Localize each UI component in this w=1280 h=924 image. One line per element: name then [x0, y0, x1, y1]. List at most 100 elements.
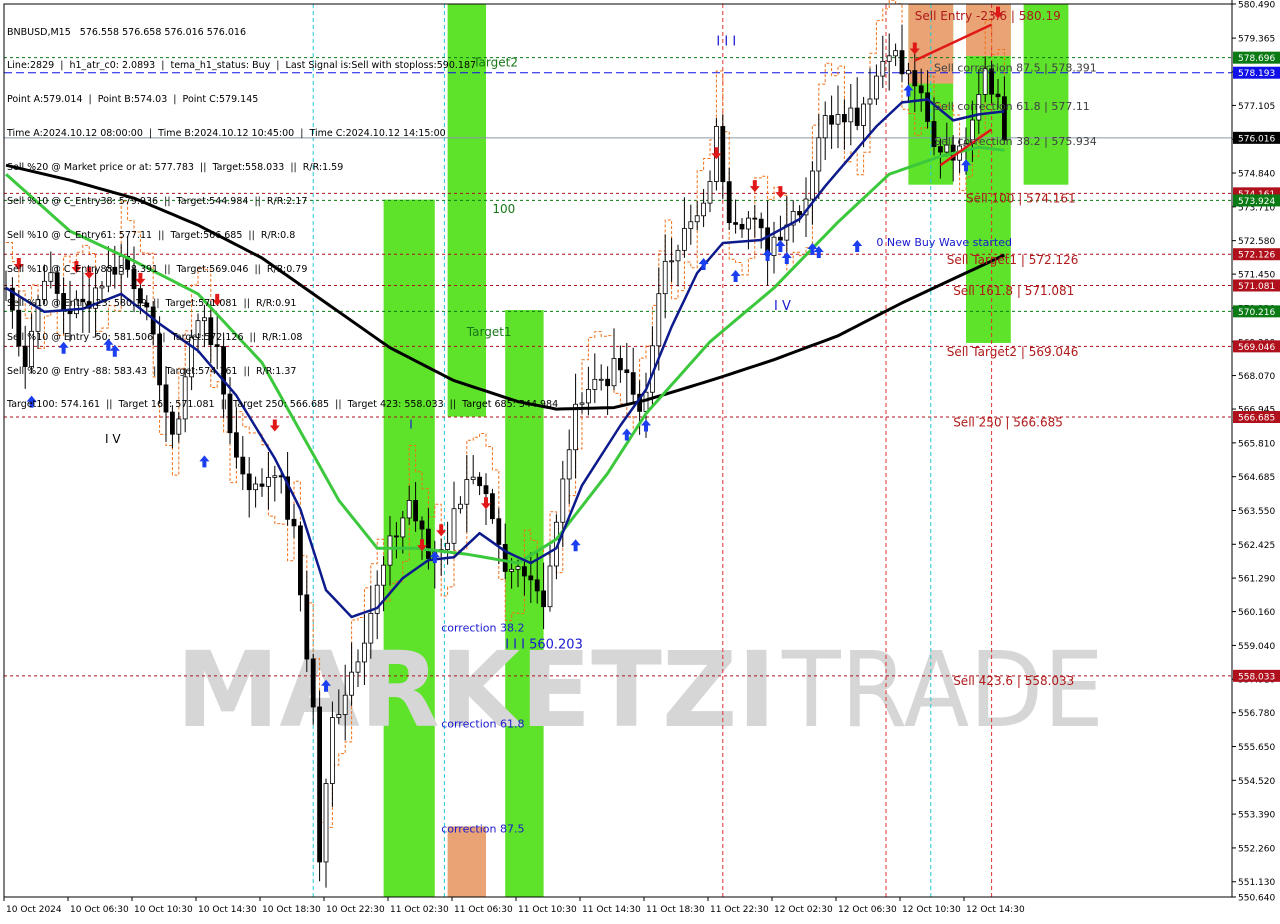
candle-bear[interactable] [618, 358, 623, 371]
candle-bear[interactable] [310, 658, 316, 708]
candle-bull[interactable] [515, 566, 521, 570]
candle-bull[interactable] [874, 75, 879, 100]
candle-bull[interactable] [387, 535, 393, 566]
buy-arrow-icon[interactable] [775, 240, 786, 253]
candle-bear[interactable] [541, 590, 546, 608]
candle-bull[interactable] [349, 671, 355, 696]
candle-bear[interactable] [67, 310, 73, 315]
buy-arrow-icon[interactable] [762, 249, 773, 262]
candle-bear[interactable] [758, 218, 764, 229]
candle-bear[interactable] [797, 211, 802, 216]
candle-bull[interactable] [906, 70, 911, 75]
candle-bear[interactable] [630, 372, 636, 395]
sell-arrow-icon[interactable] [13, 257, 24, 270]
candle-bear[interactable] [483, 485, 489, 495]
candle-bear[interactable] [912, 70, 918, 87]
candle-bear[interactable] [624, 369, 630, 374]
sell-arrow-icon[interactable] [481, 497, 491, 510]
candle-bull[interactable] [445, 542, 451, 550]
candle-bull[interactable] [656, 293, 662, 347]
buy-arrow-icon[interactable] [199, 455, 210, 468]
candle-bull[interactable] [675, 249, 681, 262]
candle-bull[interactable] [182, 376, 188, 420]
candle-bull[interactable] [189, 337, 195, 378]
candle-bear[interactable] [752, 217, 758, 220]
candle-bull[interactable] [701, 202, 706, 217]
candle-bear[interactable] [393, 535, 399, 538]
candle-bull[interactable] [355, 661, 361, 673]
candle-bull[interactable] [707, 181, 713, 204]
sell-arrow-icon[interactable] [84, 266, 95, 279]
candle-bull[interactable] [560, 478, 566, 523]
buy-arrow-icon[interactable] [58, 341, 69, 354]
candle-bear[interactable] [605, 378, 610, 387]
candle-bear[interactable] [240, 456, 246, 475]
candle-bull[interactable] [253, 483, 259, 491]
candle-bull[interactable] [579, 402, 585, 405]
candle-bear[interactable] [854, 107, 860, 126]
candle-bull[interactable] [176, 418, 182, 435]
candle-bear[interactable] [317, 706, 323, 863]
sell-arrow-icon[interactable] [436, 524, 447, 537]
candle-bear[interactable] [425, 528, 431, 559]
sell-arrow-icon[interactable] [711, 147, 722, 160]
candle-bear[interactable] [778, 236, 783, 241]
candle-bear[interactable] [477, 476, 483, 487]
candle-bear[interactable] [739, 223, 745, 230]
candle-bull[interactable] [106, 266, 111, 287]
candle-bear[interactable] [80, 298, 86, 303]
buy-arrow-icon[interactable] [730, 269, 741, 282]
sell-arrow-icon[interactable] [749, 180, 760, 193]
candle-bear[interactable] [413, 500, 419, 522]
candle-bear[interactable] [169, 411, 175, 435]
candle-bear[interactable] [112, 266, 118, 275]
candle-bull[interactable] [464, 479, 470, 505]
candle-bear[interactable] [297, 525, 303, 596]
candle-bull[interactable] [573, 403, 578, 451]
candle-bull[interactable] [201, 317, 207, 322]
candlestick-chart[interactable]: MARKETZI TRADE Sell Entry -23.6 | 580.19… [0, 0, 1280, 920]
candle-bear[interactable] [221, 346, 227, 395]
candle-bull[interactable] [195, 320, 201, 338]
candle-bull[interactable] [323, 783, 329, 863]
candle-bear[interactable] [496, 518, 502, 545]
candle-bull[interactable] [329, 717, 335, 784]
candle-bull[interactable] [509, 568, 515, 572]
candle-bear[interactable] [733, 222, 738, 225]
candle-bull[interactable] [816, 137, 822, 172]
candle-bear[interactable] [918, 85, 924, 94]
candle-bull[interactable] [746, 217, 751, 230]
candle-bear[interactable] [726, 181, 732, 223]
candle-bull[interactable] [886, 55, 892, 62]
sell-arrow-icon[interactable] [775, 186, 786, 199]
candle-bear[interactable] [502, 544, 508, 572]
candle-bear[interactable] [54, 272, 60, 294]
chart-canvas[interactable]: MARKETZI TRADE Sell Entry -23.6 | 580.19… [0, 0, 1280, 920]
candle-bear[interactable] [291, 518, 297, 527]
candle-bear[interactable] [144, 302, 150, 308]
candle-bull[interactable] [669, 260, 674, 263]
candle-bull[interactable] [48, 272, 54, 282]
candle-bull[interactable] [810, 170, 815, 200]
candle-bull[interactable] [547, 565, 553, 608]
buy-arrow-icon[interactable] [570, 539, 581, 552]
candle-bull[interactable] [688, 221, 694, 229]
candle-bull[interactable] [118, 255, 124, 275]
candle-bear[interactable] [233, 432, 239, 458]
candle-bull[interactable] [35, 299, 41, 332]
candle-bull[interactable] [867, 98, 873, 105]
candle-bull[interactable] [336, 714, 342, 718]
candle-bear[interactable] [899, 50, 905, 75]
candle-bull[interactable] [368, 612, 374, 644]
candle-bull[interactable] [662, 260, 668, 295]
candle-bear[interactable] [157, 333, 163, 386]
candle-bull[interactable] [470, 476, 476, 480]
candle-bull[interactable] [361, 642, 367, 663]
candle-bull[interactable] [406, 500, 412, 519]
sell-arrow-icon[interactable] [212, 293, 223, 306]
candle-bull[interactable] [99, 285, 105, 289]
candle-bear[interactable] [304, 594, 310, 660]
candle-bear[interactable] [995, 93, 1001, 98]
candle-bear[interactable] [163, 384, 169, 413]
candle-bear[interactable] [246, 473, 252, 491]
